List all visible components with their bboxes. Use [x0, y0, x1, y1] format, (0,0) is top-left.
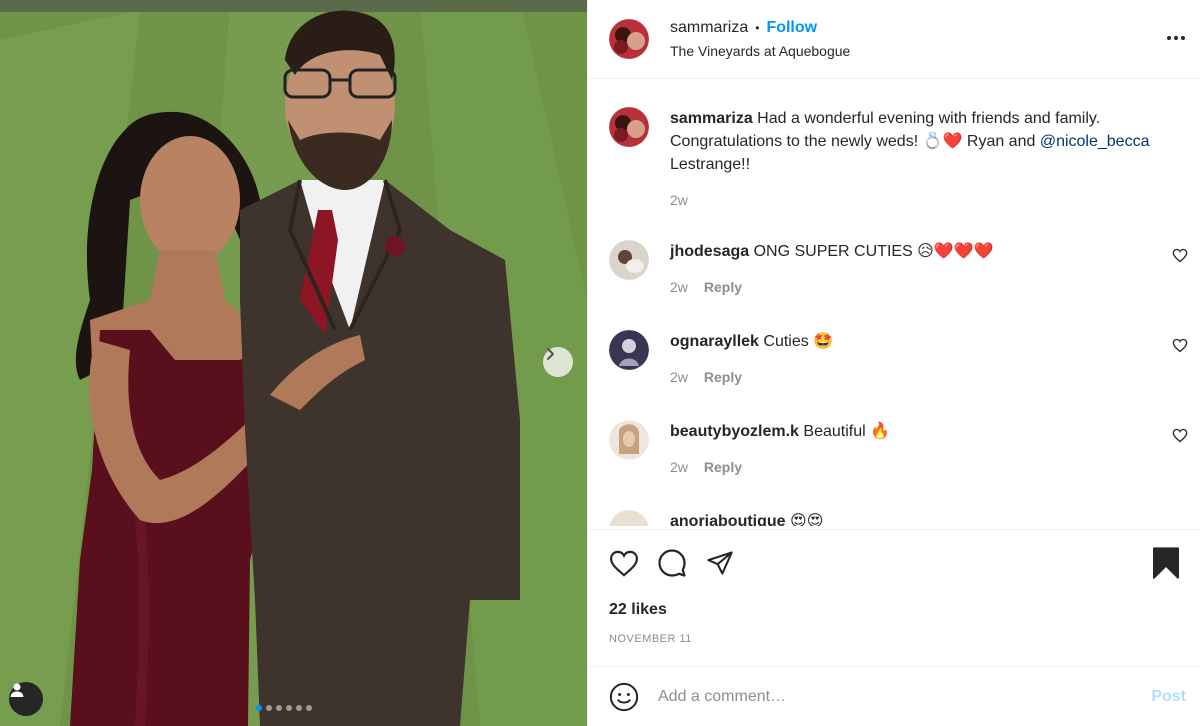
- comment-item: anoriaboutique 😍😍: [609, 510, 1188, 526]
- comments-list[interactable]: sammariza Had a wonderful evening with f…: [588, 79, 1200, 526]
- save-button[interactable]: [1152, 547, 1180, 579]
- comment-emoji: 🤩: [813, 333, 834, 350]
- caption-text-3: Lestrange!!: [670, 156, 751, 173]
- comment-emoji: 😍😍: [790, 513, 824, 526]
- heart-outline-icon: [1172, 248, 1188, 263]
- heart-outline-icon: [1172, 338, 1188, 353]
- comment-username[interactable]: anoriaboutique: [670, 513, 786, 526]
- follow-button[interactable]: Follow: [766, 19, 817, 37]
- tagged-users-button[interactable]: [9, 682, 43, 716]
- heart-outline-icon: [1172, 428, 1188, 443]
- like-button[interactable]: [609, 550, 639, 577]
- reply-button[interactable]: Reply: [704, 279, 742, 295]
- comment-username[interactable]: beautybyozlem.k: [670, 423, 799, 440]
- commenter-avatar[interactable]: [609, 420, 649, 460]
- caption-text-2: Ryan and: [962, 133, 1040, 150]
- commenter-avatar[interactable]: [609, 240, 649, 280]
- comment-emoji: 😥❤️❤️❤️: [917, 243, 994, 260]
- carousel-dot: [276, 705, 282, 711]
- comment-username[interactable]: ognarayllek: [670, 333, 759, 350]
- comment-timestamp[interactable]: 2w: [670, 369, 688, 385]
- caption-timestamp[interactable]: 2w: [670, 192, 688, 208]
- separator-dot: •: [755, 21, 760, 35]
- chevron-right-icon: [547, 348, 554, 360]
- likes-label: likes: [631, 601, 667, 618]
- heart-icon: [610, 550, 638, 577]
- caption-username[interactable]: sammariza: [670, 110, 753, 127]
- author-avatar[interactable]: [609, 19, 649, 59]
- user-icon: [10, 683, 24, 697]
- comment-button[interactable]: [657, 548, 687, 578]
- author-username[interactable]: sammariza: [670, 19, 748, 37]
- like-comment-button[interactable]: [1172, 428, 1188, 448]
- comment-composer: Post: [588, 666, 1200, 726]
- comment-item: ognarayllek Cuties 🤩 2w Reply: [609, 330, 1188, 385]
- comment-username[interactable]: jhodesaga: [670, 243, 749, 260]
- comment-text: Cuties: [763, 333, 814, 350]
- likes-number: 22: [609, 601, 627, 618]
- comment-emoji: 🔥: [870, 423, 891, 440]
- like-comment-button[interactable]: [1172, 248, 1188, 268]
- location-link[interactable]: The Vineyards at Aquebogue: [670, 43, 850, 59]
- emoji-button[interactable]: [609, 682, 639, 712]
- caption-emoji: 💍❤️: [922, 133, 963, 150]
- post-header: sammariza • Follow The Vineyards at Aque…: [588, 0, 1200, 79]
- photo-illustration: [0, 0, 587, 726]
- post-actions-section: 22 likes NOVEMBER 11: [588, 529, 1200, 666]
- carousel-dot: [286, 705, 292, 711]
- comment-input[interactable]: [658, 687, 1152, 706]
- comment-icon: [658, 549, 686, 577]
- post-panel: sammariza • Follow The Vineyards at Aque…: [587, 0, 1200, 726]
- carousel-dot: [306, 705, 312, 711]
- post-date[interactable]: NOVEMBER 11: [609, 633, 692, 645]
- action-bar: [609, 547, 1180, 579]
- comment-text: ONG SUPER CUTIES: [753, 243, 918, 260]
- post-photo[interactable]: [0, 0, 587, 726]
- reply-button[interactable]: Reply: [704, 459, 742, 475]
- post-comment-button[interactable]: Post: [1151, 688, 1186, 706]
- send-icon: [707, 551, 733, 575]
- carousel-dot: [266, 705, 272, 711]
- more-options-button[interactable]: [1166, 28, 1186, 46]
- carousel-dot: [256, 705, 262, 711]
- carousel-indicator: [256, 705, 312, 711]
- comment-text: Beautiful: [803, 423, 871, 440]
- like-comment-button[interactable]: [1172, 338, 1188, 358]
- bookmark-filled-icon: [1153, 547, 1179, 579]
- author-avatar[interactable]: [609, 107, 649, 147]
- comment-timestamp[interactable]: 2w: [670, 459, 688, 475]
- commenter-avatar[interactable]: [609, 330, 649, 370]
- commenter-avatar[interactable]: [609, 510, 649, 526]
- more-icon: [1167, 36, 1185, 40]
- likes-count[interactable]: 22 likes: [609, 601, 667, 619]
- carousel-dot: [296, 705, 302, 711]
- reply-button[interactable]: Reply: [704, 369, 742, 385]
- caption-mention[interactable]: @nicole_becca: [1040, 133, 1150, 150]
- next-photo-button[interactable]: [543, 347, 573, 377]
- share-button[interactable]: [705, 549, 735, 577]
- comment-timestamp[interactable]: 2w: [670, 279, 688, 295]
- comment-item: beautybyozlem.k Beautiful 🔥 2w Reply: [609, 420, 1188, 475]
- smiley-icon: [609, 682, 639, 711]
- comment-item: jhodesaga ONG SUPER CUTIES 😥❤️❤️❤️ 2w Re…: [609, 240, 1188, 295]
- caption: sammariza Had a wonderful evening with f…: [609, 107, 1188, 208]
